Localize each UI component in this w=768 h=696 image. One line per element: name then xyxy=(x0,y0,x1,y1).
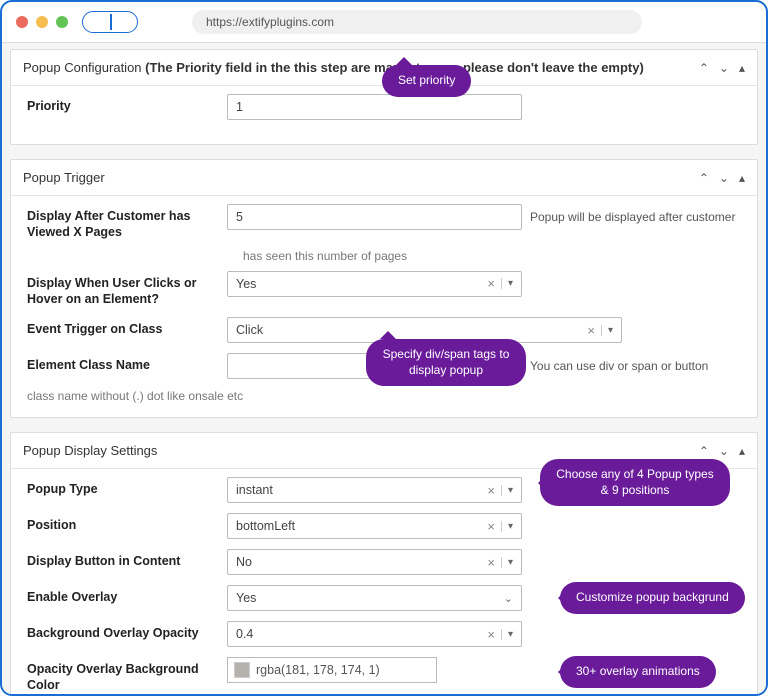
enable-overlay-select[interactable]: Yes⌄ xyxy=(227,585,522,611)
close-icon[interactable] xyxy=(16,16,28,28)
clear-icon[interactable]: × xyxy=(587,323,601,338)
display-button-select[interactable]: No×▾ xyxy=(227,549,522,575)
click-hover-select[interactable]: Yes×▾ xyxy=(227,271,522,297)
overlay-color-label: Opacity Overlay Background Color xyxy=(27,657,227,694)
browser-titlebar: https://extifyplugins.com xyxy=(2,2,766,42)
clear-icon[interactable]: × xyxy=(487,483,501,498)
clear-icon[interactable]: × xyxy=(487,627,501,642)
chevron-up-icon[interactable]: ⌃ xyxy=(699,171,709,185)
popup-type-label: Popup Type xyxy=(27,477,227,497)
element-class-label: Element Class Name xyxy=(27,353,227,373)
chevron-down-icon[interactable]: ▾ xyxy=(501,521,513,532)
priority-label: Priority xyxy=(27,94,227,114)
overlay-color-input[interactable]: rgba(181, 178, 174, 1) xyxy=(227,657,437,683)
pages-hint: Popup will be displayed after customer xyxy=(530,210,741,224)
position-select[interactable]: bottomLeft×▾ xyxy=(227,513,522,539)
panel-popup-configuration: Popup Configuration (The Priority field … xyxy=(10,49,758,145)
popup-type-select[interactable]: instant×▾ xyxy=(227,477,522,503)
element-class-hint: You can use div or span or button xyxy=(530,359,741,373)
chevron-down-icon[interactable]: ▾ xyxy=(501,485,513,496)
caret-up-icon[interactable]: ▴ xyxy=(739,61,745,75)
panel-title: Popup Display Settings xyxy=(23,443,157,458)
priority-input[interactable] xyxy=(227,94,522,120)
caret-up-icon[interactable]: ▴ xyxy=(739,171,745,185)
overlay-opacity-label: Background Overlay Opacity xyxy=(27,621,227,641)
callout-set-priority: Set priority xyxy=(382,65,471,97)
chevron-down-icon[interactable]: ⌄ xyxy=(719,171,729,185)
enable-overlay-label: Enable Overlay xyxy=(27,585,227,605)
clear-icon[interactable]: × xyxy=(487,276,501,291)
chevron-up-icon[interactable]: ⌃ xyxy=(699,444,709,458)
callout-customize-background: Customize popup backgrund xyxy=(560,582,745,614)
display-after-pages-input[interactable] xyxy=(227,204,522,230)
click-hover-label: Display When User Clicks or Hover on an … xyxy=(27,271,227,308)
position-label: Position xyxy=(27,513,227,533)
event-trigger-label: Event Trigger on Class xyxy=(27,317,227,337)
pages-subhint: has seen this number of pages xyxy=(243,249,741,263)
panel-title: Popup Trigger xyxy=(23,170,105,185)
chevron-down-icon[interactable]: ▾ xyxy=(601,325,613,336)
color-swatch-icon xyxy=(234,662,250,678)
display-button-label: Display Button in Content xyxy=(27,549,227,569)
chevron-down-icon[interactable]: ⌄ xyxy=(504,592,513,605)
chevron-down-icon[interactable]: ▾ xyxy=(501,278,513,289)
callout-animations: 30+ overlay animations xyxy=(560,656,716,688)
caret-up-icon[interactable]: ▴ xyxy=(739,444,745,458)
element-class-subhint: class name without (.) dot like onsale e… xyxy=(27,389,741,403)
panel-title: Popup Configuration (The Priority field … xyxy=(23,60,644,75)
chevron-down-icon[interactable]: ⌄ xyxy=(719,444,729,458)
address-bar[interactable]: https://extifyplugins.com xyxy=(192,10,642,34)
chevron-down-icon[interactable]: ▾ xyxy=(501,557,513,568)
tab-switcher-icon[interactable] xyxy=(82,11,138,33)
callout-popup-types: Choose any of 4 Popup types & 9 position… xyxy=(540,459,730,506)
callout-specify-tags: Specify div/span tags to display popup xyxy=(366,339,526,386)
chevron-up-icon[interactable]: ⌃ xyxy=(699,61,709,75)
chevron-down-icon[interactable]: ⌄ xyxy=(719,61,729,75)
chevron-down-icon[interactable]: ▾ xyxy=(501,629,513,640)
maximize-icon[interactable] xyxy=(56,16,68,28)
minimize-icon[interactable] xyxy=(36,16,48,28)
clear-icon[interactable]: × xyxy=(487,555,501,570)
display-after-pages-label: Display After Customer has Viewed X Page… xyxy=(27,204,227,241)
overlay-opacity-select[interactable]: 0.4×▾ xyxy=(227,621,522,647)
clear-icon[interactable]: × xyxy=(487,519,501,534)
